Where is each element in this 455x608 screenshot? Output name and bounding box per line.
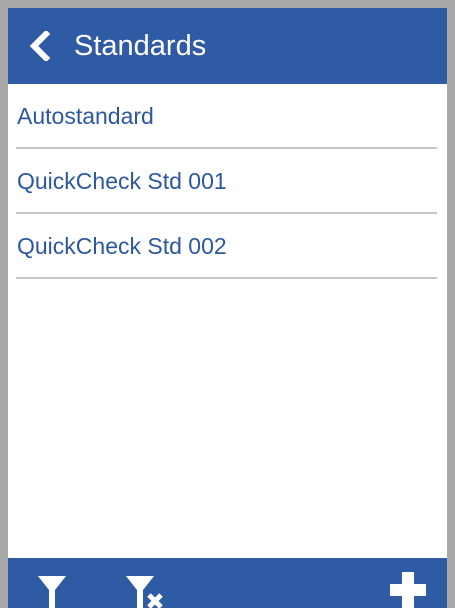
list-item[interactable]: Autostandard [8,84,447,149]
filter-icon [38,576,66,608]
standards-screen: Standards Autostandard QuickCheck Std 00… [0,0,455,608]
filter-button[interactable] [30,558,74,608]
back-button[interactable] [8,8,72,84]
list-item-label: Autostandard [17,103,154,129]
list-item-label: QuickCheck Std 001 [17,168,227,194]
standards-list: Autostandard QuickCheck Std 001 QuickChe… [8,84,447,279]
header-bar: Standards [8,8,447,84]
bottom-toolbar [8,558,447,608]
list-item-label: QuickCheck Std 002 [17,233,227,259]
page-title: Standards [74,29,207,62]
filter-clear-icon [126,576,163,608]
clear-filter-button[interactable] [120,558,176,608]
plus-icon [390,572,426,608]
list-item[interactable]: QuickCheck Std 002 [8,214,447,279]
list-item[interactable]: QuickCheck Std 001 [8,149,447,214]
chevron-left-icon [29,31,51,61]
add-button[interactable] [385,558,431,608]
